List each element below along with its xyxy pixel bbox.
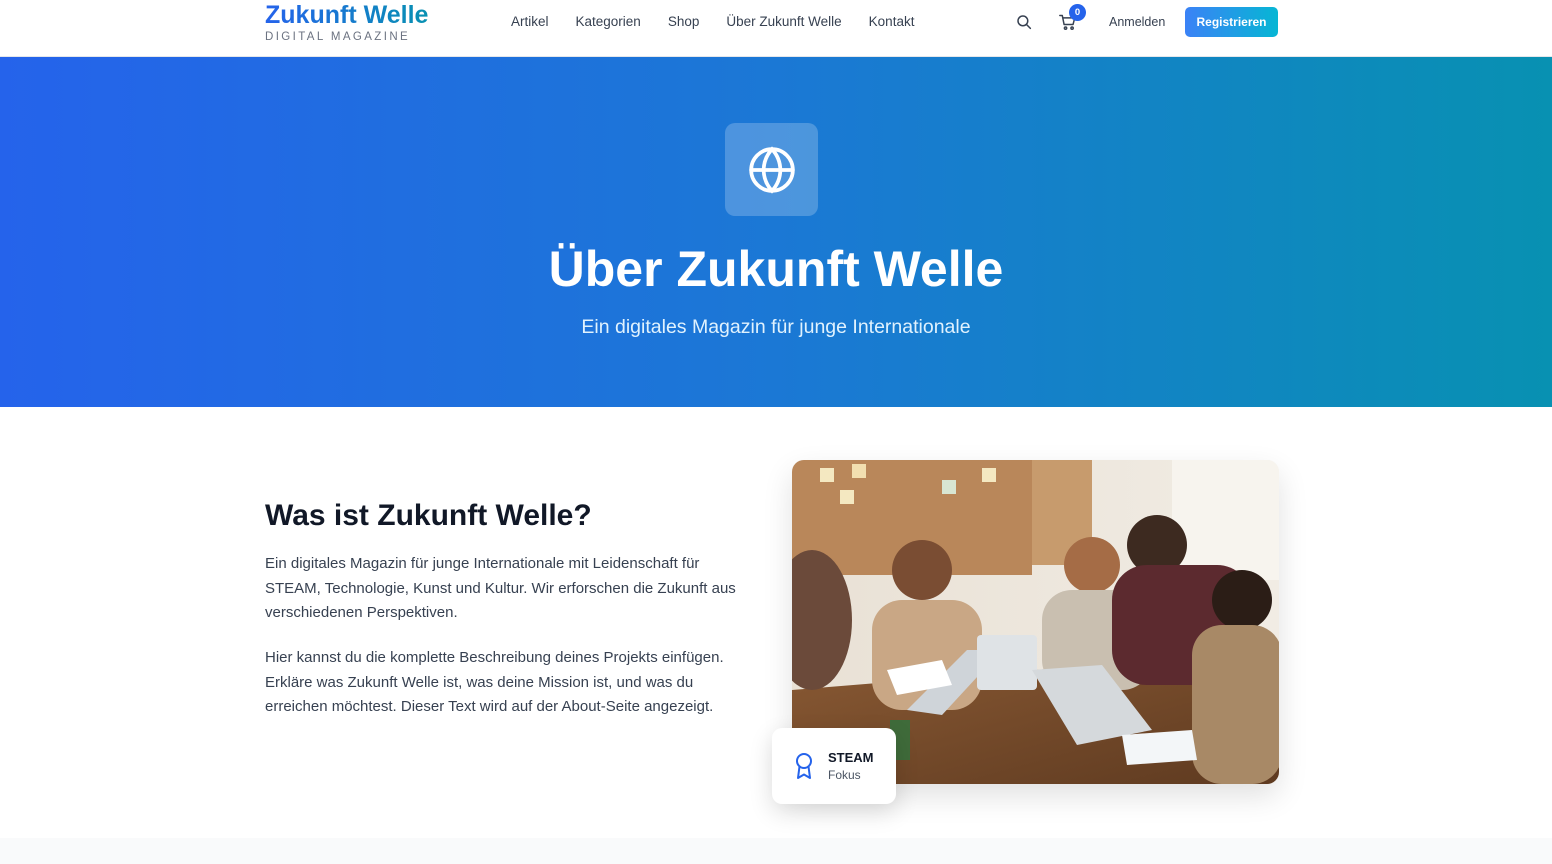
steam-badge-subtitle: Fokus: [828, 768, 861, 782]
register-button[interactable]: Registrieren: [1185, 7, 1278, 37]
page-subtitle: Ein digitales Magazin für junge Internat…: [581, 316, 971, 338]
site-header: Zukunft Welle DIGITAL MAGAZINE Artikel K…: [0, 0, 1552, 57]
globe-icon: [748, 145, 795, 194]
brand-subtitle: DIGITAL MAGAZINE: [265, 31, 411, 43]
hero-section: Über Zukunft Welle Ein digitales Magazin…: [0, 57, 1552, 407]
page-title: Über Zukunft Welle: [548, 241, 1004, 297]
main-nav: Artikel Kategorien Shop Über Zukunft Wel…: [511, 13, 941, 31]
steam-badge-title: STEAM: [828, 750, 874, 765]
about-paragraph-2: Hier kannst du die komplette Beschreibun…: [265, 649, 724, 715]
about-heading: Was ist Zukunft Welle?: [265, 499, 592, 532]
nav-item-kategorien[interactable]: Kategorien: [576, 13, 641, 31]
next-section-band: [0, 838, 1552, 864]
cart-count-badge: 0: [1069, 4, 1086, 21]
brand-logo[interactable]: Zukunft Welle DIGITAL MAGAZINE: [265, 0, 428, 44]
steam-badge-card: STEAM Fokus: [772, 728, 896, 804]
nav-item-kontakt[interactable]: Kontakt: [869, 13, 915, 31]
nav-item-artikel[interactable]: Artikel: [511, 13, 549, 31]
brand-title[interactable]: Zukunft Welle: [265, 0, 428, 30]
search-icon[interactable]: [1015, 13, 1033, 31]
about-paragraph-1: Ein digitales Magazin für junge Internat…: [265, 555, 736, 621]
nav-item-ueber[interactable]: Über Zukunft Welle: [726, 13, 841, 31]
nav-item-shop[interactable]: Shop: [668, 13, 700, 31]
hero-icon-box: [725, 123, 818, 216]
award-icon: [796, 753, 812, 779]
login-link[interactable]: Anmelden: [1109, 14, 1165, 30]
